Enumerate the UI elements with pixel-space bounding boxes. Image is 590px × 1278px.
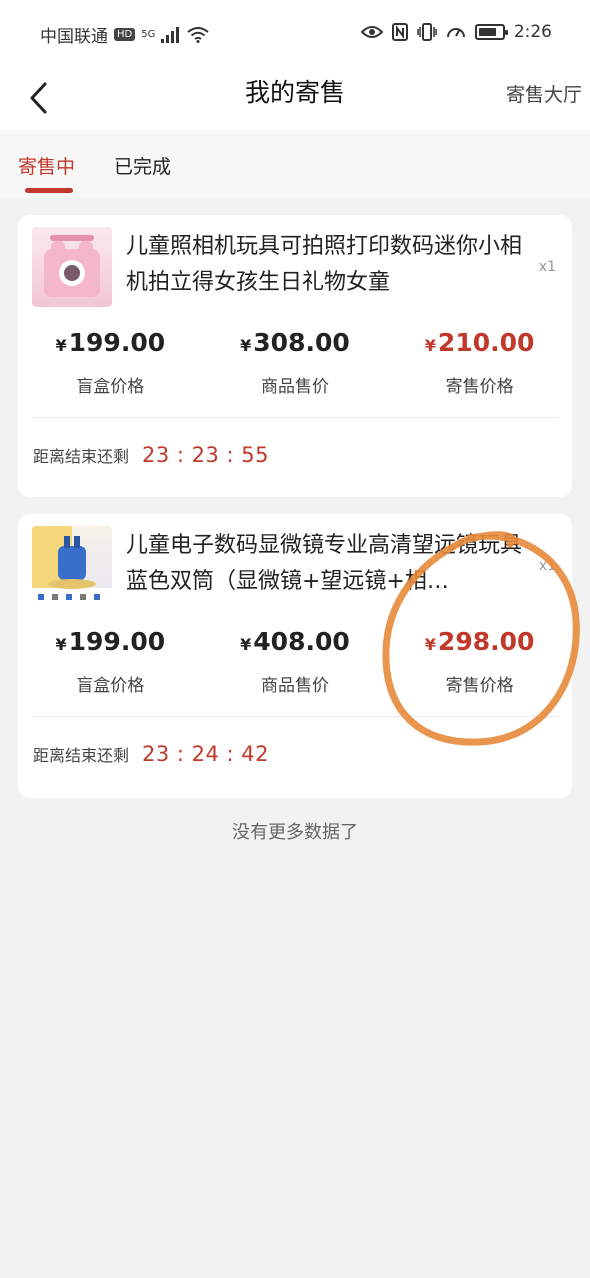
quantity: x1	[538, 558, 556, 574]
price-row: ¥199.00 盲盒价格 ¥408.00 商品售价 ¥298.00 寄售价格	[18, 626, 572, 696]
product-title: 儿童照相机玩具可拍照打印数码迷你小相机拍立得女孩生日礼物女童	[126, 234, 523, 295]
blind-box-price-label: 盲盒价格	[76, 377, 145, 397]
network-type: 5G	[141, 29, 156, 40]
product-price-col: ¥408.00 商品售价	[203, 626, 388, 696]
tab-on-sale[interactable]: 寄售中	[18, 152, 75, 179]
blind-box-price: ¥199.00	[55, 627, 166, 656]
battery-icon	[474, 24, 508, 40]
carrier-name: 中国联通	[40, 27, 108, 47]
tab-completed[interactable]: 已完成	[114, 152, 171, 179]
product-price: ¥308.00	[240, 328, 350, 357]
product-price-label: 商品售价	[260, 377, 329, 397]
vibrate-icon	[417, 23, 437, 41]
consign-price-col: ¥298.00 寄售价格	[387, 626, 572, 696]
blind-box-price-col: ¥199.00 盲盒价格	[18, 327, 203, 397]
consign-price-label: 寄售价格	[445, 676, 514, 696]
countdown: 距离结束还剩 23 : 24 : 42	[33, 742, 269, 766]
consign-price: ¥210.00	[424, 328, 535, 357]
consignment-card[interactable]: 儿童电子数码显微镜专业高清望远镜玩具 蓝色双筒（显微镜+望远镜+相… x1 ¥1…	[18, 514, 572, 798]
quantity: x1	[538, 259, 556, 275]
nfc-icon	[391, 23, 408, 41]
countdown-time: 23 : 24 : 42	[142, 742, 270, 766]
product-image	[32, 526, 112, 606]
status-left: 中国联通 HD 5G	[40, 22, 209, 47]
active-tab-indicator	[25, 188, 73, 193]
signal-icon	[161, 26, 180, 43]
battery-level	[478, 28, 496, 36]
product-price: ¥408.00	[240, 627, 350, 656]
countdown: 距离结束还剩 23 : 23 : 55	[33, 443, 269, 467]
status-right: 2:26	[360, 22, 552, 42]
divider	[32, 417, 558, 418]
tab-bar: 寄售中 已完成	[0, 130, 590, 198]
blind-box-price: ¥199.00	[55, 328, 166, 357]
countdown-label: 距离结束还剩	[33, 746, 130, 765]
product-price-col: ¥308.00 商品售价	[203, 327, 388, 397]
product-price-label: 商品售价	[260, 676, 329, 696]
consignment-card[interactable]: 儿童照相机玩具可拍照打印数码迷你小相机拍立得女孩生日礼物女童 x1 ¥199.0…	[18, 215, 572, 497]
status-bar: 中国联通 HD 5G 2:26	[0, 0, 590, 66]
consignment-hall-link[interactable]: 寄售大厅	[506, 80, 582, 107]
countdown-label: 距离结束还剩	[33, 447, 130, 466]
consign-price: ¥298.00	[424, 627, 535, 656]
consign-price-label: 寄售价格	[445, 377, 514, 397]
speed-icon	[446, 28, 465, 38]
countdown-time: 23 : 23 : 55	[142, 443, 270, 467]
no-more-data-text: 没有更多数据了	[232, 822, 358, 843]
clock: 2:26	[513, 22, 552, 42]
consign-price-col: ¥210.00 寄售价格	[387, 327, 572, 397]
blind-box-price-col: ¥199.00 盲盒价格	[18, 626, 203, 696]
price-row: ¥199.00 盲盒价格 ¥308.00 商品售价 ¥210.00 寄售价格	[18, 327, 572, 397]
product-title: 儿童电子数码显微镜专业高清望远镜玩具 蓝色双筒（显微镜+望远镜+相…	[126, 533, 523, 594]
hd-badge: HD	[114, 28, 136, 41]
wifi-icon	[187, 26, 209, 43]
eye-icon	[360, 26, 383, 38]
divider	[32, 716, 558, 717]
blind-box-price-label: 盲盒价格	[76, 676, 145, 696]
nav-bar: 我的寄售 寄售大厅	[0, 66, 590, 130]
product-image	[32, 227, 112, 307]
page-title: 我的寄售	[244, 78, 345, 107]
